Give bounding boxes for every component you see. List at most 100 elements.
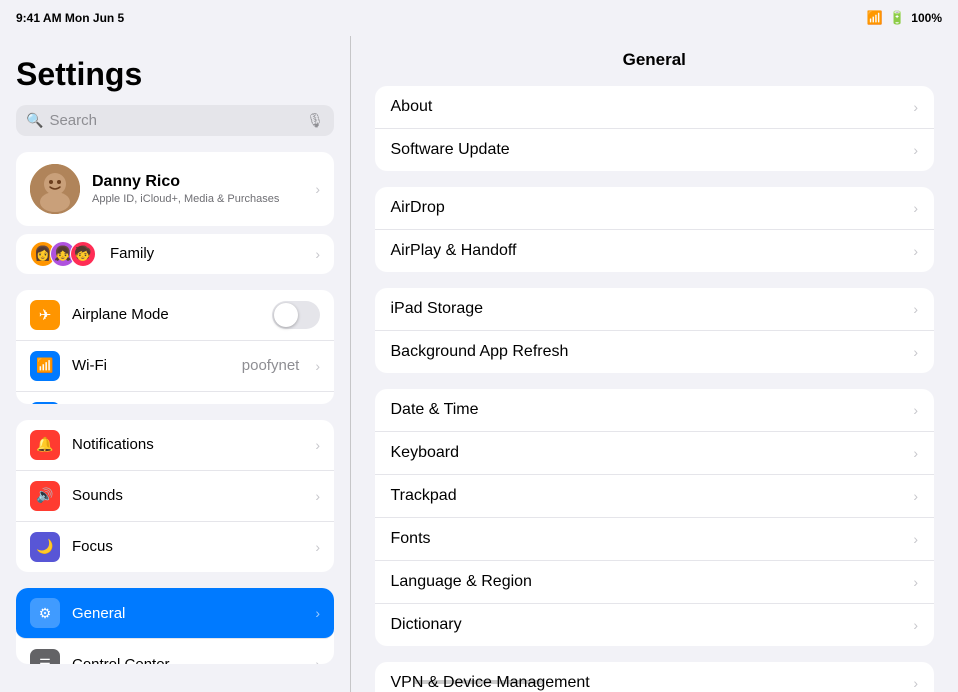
- about-group: About › Software Update ›: [375, 86, 935, 171]
- general-group: ⚙ General › ☰ Control Center ›: [16, 588, 334, 664]
- content-row-background-app-refresh[interactable]: Background App Refresh ›: [375, 331, 935, 373]
- main-title: General: [623, 50, 686, 69]
- general-label: General: [72, 605, 303, 622]
- family-avatar-3: 🧒: [70, 241, 96, 267]
- trackpad-label: Trackpad: [391, 487, 914, 505]
- date-time-label: Date & Time: [391, 401, 914, 419]
- main-scroll[interactable]: About › Software Update › AirDrop › AirP…: [351, 78, 958, 692]
- toggle-knob: [274, 303, 298, 327]
- family-row[interactable]: 👩 👧 🧒 Family ›: [16, 234, 334, 274]
- control-center-label: Control Center: [72, 656, 303, 664]
- search-input[interactable]: Search: [49, 112, 300, 129]
- fonts-chevron: ›: [913, 531, 918, 547]
- locale-group: Date & Time › Keyboard › Trackpad › Font…: [375, 389, 935, 646]
- content-row-fonts[interactable]: Fonts ›: [375, 518, 935, 561]
- sidebar-item-sounds[interactable]: 🔊 Sounds ›: [16, 471, 334, 522]
- focus-icon: 🌙: [30, 532, 60, 562]
- content-row-dictionary[interactable]: Dictionary ›: [375, 604, 935, 646]
- airdrop-chevron: ›: [913, 200, 918, 216]
- sounds-icon: 🔊: [30, 481, 60, 511]
- sidebar-item-notifications[interactable]: 🔔 Notifications ›: [16, 420, 334, 471]
- content-row-software-update[interactable]: Software Update ›: [375, 129, 935, 171]
- content-row-vpn[interactable]: VPN & Device Management ›: [375, 662, 935, 692]
- airplane-mode-label: Airplane Mode: [72, 306, 260, 323]
- content-row-airplay-handoff[interactable]: AirPlay & Handoff ›: [375, 230, 935, 272]
- fonts-label: Fonts: [391, 530, 914, 548]
- dictionary-chevron: ›: [913, 617, 918, 633]
- control-center-chevron: ›: [315, 656, 320, 664]
- software-update-chevron: ›: [913, 142, 918, 158]
- status-bar: 9:41 AM Mon Jun 5 📶 🔋 100%: [0, 0, 958, 36]
- storage-group: iPad Storage › Background App Refresh ›: [375, 288, 935, 373]
- battery-percent: 100%: [911, 11, 942, 25]
- content-row-language-region[interactable]: Language & Region ›: [375, 561, 935, 604]
- sidebar-item-control-center[interactable]: ☰ Control Center ›: [16, 639, 334, 664]
- airplane-mode-icon: ✈: [30, 300, 60, 330]
- battery-icon: 🔋: [889, 10, 905, 26]
- sidebar-item-focus[interactable]: 🌙 Focus ›: [16, 522, 334, 572]
- wifi-value: poofynet: [242, 357, 300, 374]
- content-row-ipad-storage[interactable]: iPad Storage ›: [375, 288, 935, 331]
- sounds-label: Sounds: [72, 487, 303, 504]
- notifications-label: Notifications: [72, 436, 303, 453]
- profile-info: Danny Rico Apple ID, iCloud+, Media & Pu…: [92, 173, 303, 205]
- profile-chevron: ›: [315, 181, 320, 197]
- keyboard-chevron: ›: [913, 445, 918, 461]
- content-row-about[interactable]: About ›: [375, 86, 935, 129]
- family-label: Family: [110, 245, 305, 262]
- airplay-handoff-chevron: ›: [913, 243, 918, 259]
- status-time: 9:41 AM Mon Jun 5: [16, 11, 124, 25]
- vpn-group: VPN & Device Management ›: [375, 662, 935, 692]
- airplane-mode-toggle[interactable]: [272, 301, 320, 329]
- wifi-label: Wi-Fi: [72, 357, 230, 374]
- focus-label: Focus: [72, 538, 303, 555]
- notifications-icon: 🔔: [30, 430, 60, 460]
- vpn-chevron: ›: [913, 675, 918, 691]
- control-center-icon: ☰: [30, 649, 60, 664]
- sidebar-item-airplane-mode[interactable]: ✈ Airplane Mode: [16, 290, 334, 341]
- airplay-handoff-label: AirPlay & Handoff: [391, 242, 914, 260]
- scroll-indicator: [414, 680, 544, 684]
- app-container: Settings 🔍 Search 🎙 Danny Rico: [0, 36, 958, 692]
- background-app-refresh-chevron: ›: [913, 344, 918, 360]
- profile-card[interactable]: Danny Rico Apple ID, iCloud+, Media & Pu…: [16, 152, 334, 226]
- family-chevron: ›: [315, 246, 320, 262]
- airdrop-label: AirDrop: [391, 199, 914, 217]
- sounds-chevron: ›: [315, 488, 320, 504]
- profile-subtitle: Apple ID, iCloud+, Media & Purchases: [92, 193, 303, 205]
- sidebar-item-wifi[interactable]: 📶 Wi-Fi poofynet ›: [16, 341, 334, 392]
- content-row-keyboard[interactable]: Keyboard ›: [375, 432, 935, 475]
- main-content: General About › Software Update › AirDro…: [351, 36, 958, 692]
- keyboard-label: Keyboard: [391, 444, 914, 462]
- content-row-airdrop[interactable]: AirDrop ›: [375, 187, 935, 230]
- content-row-trackpad[interactable]: Trackpad ›: [375, 475, 935, 518]
- sidebar-item-bluetooth[interactable]: B Bluetooth On ›: [16, 392, 334, 404]
- wifi-chevron: ›: [315, 358, 320, 374]
- wifi-icon: 📶: [867, 10, 883, 26]
- language-region-label: Language & Region: [391, 573, 914, 591]
- software-update-label: Software Update: [391, 141, 914, 159]
- sidebar-title: Settings: [16, 48, 334, 105]
- airdrop-group: AirDrop › AirPlay & Handoff ›: [375, 187, 935, 272]
- dictionary-label: Dictionary: [391, 616, 914, 634]
- about-chevron: ›: [913, 99, 918, 115]
- status-indicators: 📶 🔋 100%: [867, 10, 942, 26]
- date-time-chevron: ›: [913, 402, 918, 418]
- search-icon: 🔍: [26, 112, 43, 129]
- language-region-chevron: ›: [913, 574, 918, 590]
- ipad-storage-label: iPad Storage: [391, 300, 914, 318]
- connectivity-group: ✈ Airplane Mode 📶 Wi-Fi poofynet › B: [16, 290, 334, 404]
- main-header: General: [351, 36, 958, 78]
- wifi-settings-icon: 📶: [30, 351, 60, 381]
- sidebar: Settings 🔍 Search 🎙 Danny Rico: [0, 36, 350, 692]
- general-icon: ⚙: [30, 598, 60, 628]
- general-chevron: ›: [315, 605, 320, 621]
- background-app-refresh-label: Background App Refresh: [391, 343, 914, 361]
- focus-chevron: ›: [315, 539, 320, 555]
- content-row-date-time[interactable]: Date & Time ›: [375, 389, 935, 432]
- notifications-chevron: ›: [315, 437, 320, 453]
- sidebar-item-general[interactable]: ⚙ General ›: [16, 588, 334, 639]
- ipad-storage-chevron: ›: [913, 301, 918, 317]
- microphone-icon: 🎙: [306, 112, 324, 129]
- search-bar[interactable]: 🔍 Search 🎙: [16, 105, 334, 136]
